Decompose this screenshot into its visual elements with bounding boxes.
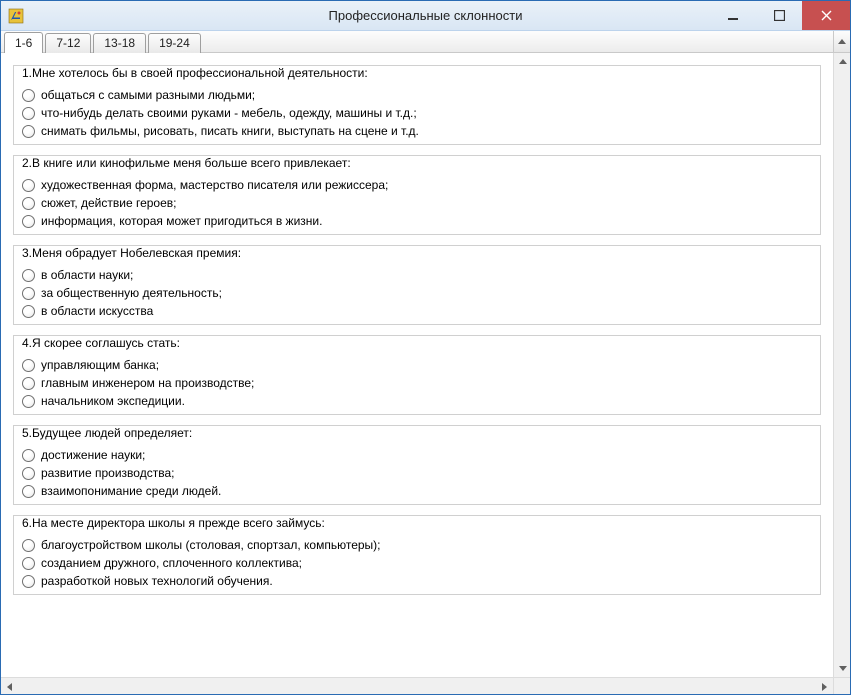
option-label: за общественную деятельность; [41, 285, 222, 301]
radio-button[interactable] [22, 449, 35, 462]
horizontal-scrollbar[interactable] [1, 677, 833, 694]
question-group: 1.Мне хотелось бы в своей профессиональн… [13, 65, 821, 145]
minimize-button[interactable] [710, 1, 756, 30]
option-label: благоустройством школы (столовая, спортз… [41, 537, 381, 553]
tab-label: 19-24 [159, 36, 190, 50]
option-label: развитие производства; [41, 465, 174, 481]
app-window: Профессиональные склонности 1-6 7-12 13-18… [0, 0, 851, 695]
option-row[interactable]: в области искусства [14, 302, 820, 320]
radio-button[interactable] [22, 107, 35, 120]
scroll-down-button[interactable] [834, 660, 850, 677]
chevron-down-icon [839, 666, 847, 671]
client-area: 1.Мне хотелось бы в своей профессиональн… [1, 53, 850, 694]
radio-button[interactable] [22, 359, 35, 372]
option-label: информация, которая может пригодиться в … [41, 213, 322, 229]
option-row[interactable]: управляющим банка; [14, 356, 820, 374]
radio-button[interactable] [22, 197, 35, 210]
tab-label: 1-6 [15, 36, 32, 50]
radio-button[interactable] [22, 287, 35, 300]
option-row[interactable]: в области науки; [14, 266, 820, 284]
chevron-up-icon [839, 59, 847, 64]
option-label: достижение науки; [41, 447, 145, 463]
option-row[interactable]: благоустройством школы (столовая, спортз… [14, 536, 820, 554]
vertical-scroll-track[interactable] [834, 70, 850, 660]
titlebar: Профессиональные склонности [1, 1, 850, 31]
question-group: 2.В книге или кинофильме меня больше все… [13, 155, 821, 235]
option-label: общаться с самыми разными людьми; [41, 87, 255, 103]
option-row[interactable]: художественная форма, мастерство писател… [14, 176, 820, 194]
radio-button[interactable] [22, 89, 35, 102]
tab-19-24[interactable]: 19-24 [148, 33, 201, 53]
window-controls [710, 1, 850, 30]
chevron-up-icon [838, 39, 846, 44]
radio-button[interactable] [22, 179, 35, 192]
tabbar-scroll-up-button[interactable] [833, 31, 850, 52]
radio-button[interactable] [22, 557, 35, 570]
option-row[interactable]: за общественную деятельность; [14, 284, 820, 302]
option-row[interactable]: созданием дружного, сплоченного коллекти… [14, 554, 820, 572]
radio-button[interactable] [22, 395, 35, 408]
option-row[interactable]: снимать фильмы, рисовать, писать книги, … [14, 122, 820, 140]
radio-button[interactable] [22, 377, 35, 390]
option-row[interactable]: достижение науки; [14, 446, 820, 464]
radio-button[interactable] [22, 485, 35, 498]
radio-button[interactable] [22, 305, 35, 318]
option-label: в области науки; [41, 267, 133, 283]
option-label: начальником экспедиции. [41, 393, 185, 409]
tab-label: 13-18 [104, 36, 135, 50]
option-row[interactable]: взаимопонимание среди людей. [14, 482, 820, 500]
option-label: взаимопонимание среди людей. [41, 483, 221, 499]
option-label: сюжет, действие героев; [41, 195, 176, 211]
option-label: в области искусства [41, 303, 153, 319]
option-row[interactable]: что-нибудь делать своими руками - мебель… [14, 104, 820, 122]
app-icon [7, 7, 25, 25]
tab-13-18[interactable]: 13-18 [93, 33, 146, 53]
option-label: снимать фильмы, рисовать, писать книги, … [41, 123, 419, 139]
question-group: 6.На месте директора школы я прежде всег… [13, 515, 821, 595]
chevron-right-icon [822, 683, 827, 691]
radio-button[interactable] [22, 575, 35, 588]
option-row[interactable]: разработкой новых технологий обучения. [14, 572, 820, 590]
question-group: 3.Меня обрадует Нобелевская премия: в обл… [13, 245, 821, 325]
question-group: 4.Я скорее соглашусь стать: управляющим б… [13, 335, 821, 415]
question-title: 2.В книге или кинофильме меня больше все… [14, 154, 820, 174]
chevron-left-icon [7, 683, 12, 691]
radio-button[interactable] [22, 125, 35, 138]
question-group: 5.Будущее людей определяет: достижение на… [13, 425, 821, 505]
tab-1-6[interactable]: 1-6 [4, 32, 43, 53]
scroll-right-button[interactable] [816, 678, 833, 694]
questions-panel: 1.Мне хотелось бы в своей профессиональн… [1, 53, 833, 677]
question-title: 4.Я скорее соглашусь стать: [14, 334, 820, 354]
option-row[interactable]: информация, которая может пригодиться в … [14, 212, 820, 230]
option-row[interactable]: развитие производства; [14, 464, 820, 482]
horizontal-scroll-track[interactable] [18, 678, 816, 694]
close-button[interactable] [802, 1, 850, 30]
option-label: главным инженером на производстве; [41, 375, 254, 391]
tab-bar: 1-6 7-12 13-18 19-24 [1, 31, 850, 53]
vertical-scrollbar[interactable] [833, 53, 850, 677]
option-label: разработкой новых технологий обучения. [41, 573, 273, 589]
maximize-button[interactable] [756, 1, 802, 30]
option-label: созданием дружного, сплоченного коллекти… [41, 555, 302, 571]
option-row[interactable]: общаться с самыми разными людьми; [14, 86, 820, 104]
question-title: 5.Будущее людей определяет: [14, 424, 820, 444]
option-row[interactable]: сюжет, действие героев; [14, 194, 820, 212]
scroll-up-button[interactable] [834, 53, 850, 70]
question-title: 3.Меня обрадует Нобелевская премия: [14, 244, 820, 264]
tab-7-12[interactable]: 7-12 [45, 33, 91, 53]
option-label: управляющим банка; [41, 357, 159, 373]
radio-button[interactable] [22, 269, 35, 282]
question-title: 6.На месте директора школы я прежде всег… [14, 514, 820, 534]
option-row[interactable]: начальником экспедиции. [14, 392, 820, 410]
option-label: художественная форма, мастерство писател… [41, 177, 388, 193]
tab-label: 7-12 [56, 36, 80, 50]
scroll-left-button[interactable] [1, 678, 18, 694]
scrollbar-corner [833, 677, 850, 694]
option-row[interactable]: главным инженером на производстве; [14, 374, 820, 392]
radio-button[interactable] [22, 539, 35, 552]
question-title: 1.Мне хотелось бы в своей профессиональн… [14, 64, 820, 84]
option-label: что-нибудь делать своими руками - мебель… [41, 105, 417, 121]
radio-button[interactable] [22, 467, 35, 480]
radio-button[interactable] [22, 215, 35, 228]
